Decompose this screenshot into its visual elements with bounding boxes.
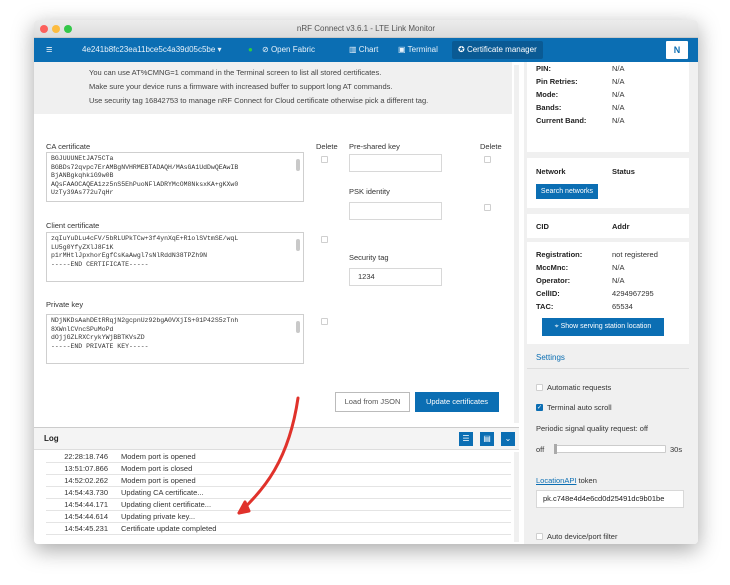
cid-header: CID <box>536 222 549 231</box>
settings-divider <box>527 368 689 369</box>
slider-handle[interactable] <box>554 444 557 454</box>
automatic-requests-checkbox[interactable] <box>536 384 543 391</box>
addr-header: Addr <box>612 222 630 231</box>
location-api-token-label: LocationAPI token <box>536 476 597 485</box>
location-api-link[interactable]: LocationAPI <box>536 476 576 485</box>
terminal-autoscroll-label: Terminal auto scroll <box>547 403 612 412</box>
slider-max-label: 30s <box>670 445 683 454</box>
auto-port-filter-checkbox[interactable] <box>536 533 543 540</box>
registration-card: Registration: not registered MccMnc: N/A O… <box>527 242 689 344</box>
network-header: Network <box>536 167 566 176</box>
signal-request-slider[interactable] <box>554 444 666 454</box>
network-card: Network Status Search networks <box>527 158 689 208</box>
terminal-autoscroll-checkbox[interactable]: ✓ <box>536 404 543 411</box>
cid-card: CID Addr <box>527 214 689 238</box>
settings-title: Settings <box>536 353 565 362</box>
automatic-requests-label: Automatic requests <box>547 383 612 392</box>
show-location-button[interactable]: ⌖ Show serving station location <box>542 318 664 336</box>
modem-info-card: PIN: N/A Pin Retries: N/A Mode: N/A Bands: N… <box>527 62 689 152</box>
map-pin-icon: ⌖ <box>554 323 559 330</box>
status-header: Status <box>612 167 635 176</box>
search-networks-button[interactable]: Search networks <box>536 184 598 199</box>
slider-min-label: off <box>536 445 545 454</box>
app-window: nRF Connect v3.6.1 - LTE Link Monitor ≡ … <box>34 20 698 544</box>
auto-port-filter-label: Auto device/port filter <box>547 532 618 541</box>
side-panel: PIN: N/A Pin Retries: N/A Mode: N/A Bands: N… <box>524 62 698 544</box>
periodic-request-label: Periodic signal quality request: off <box>536 424 649 433</box>
token-input[interactable]: pk.c748e4d4e6cd0d25491dc9b01be <box>536 490 684 508</box>
